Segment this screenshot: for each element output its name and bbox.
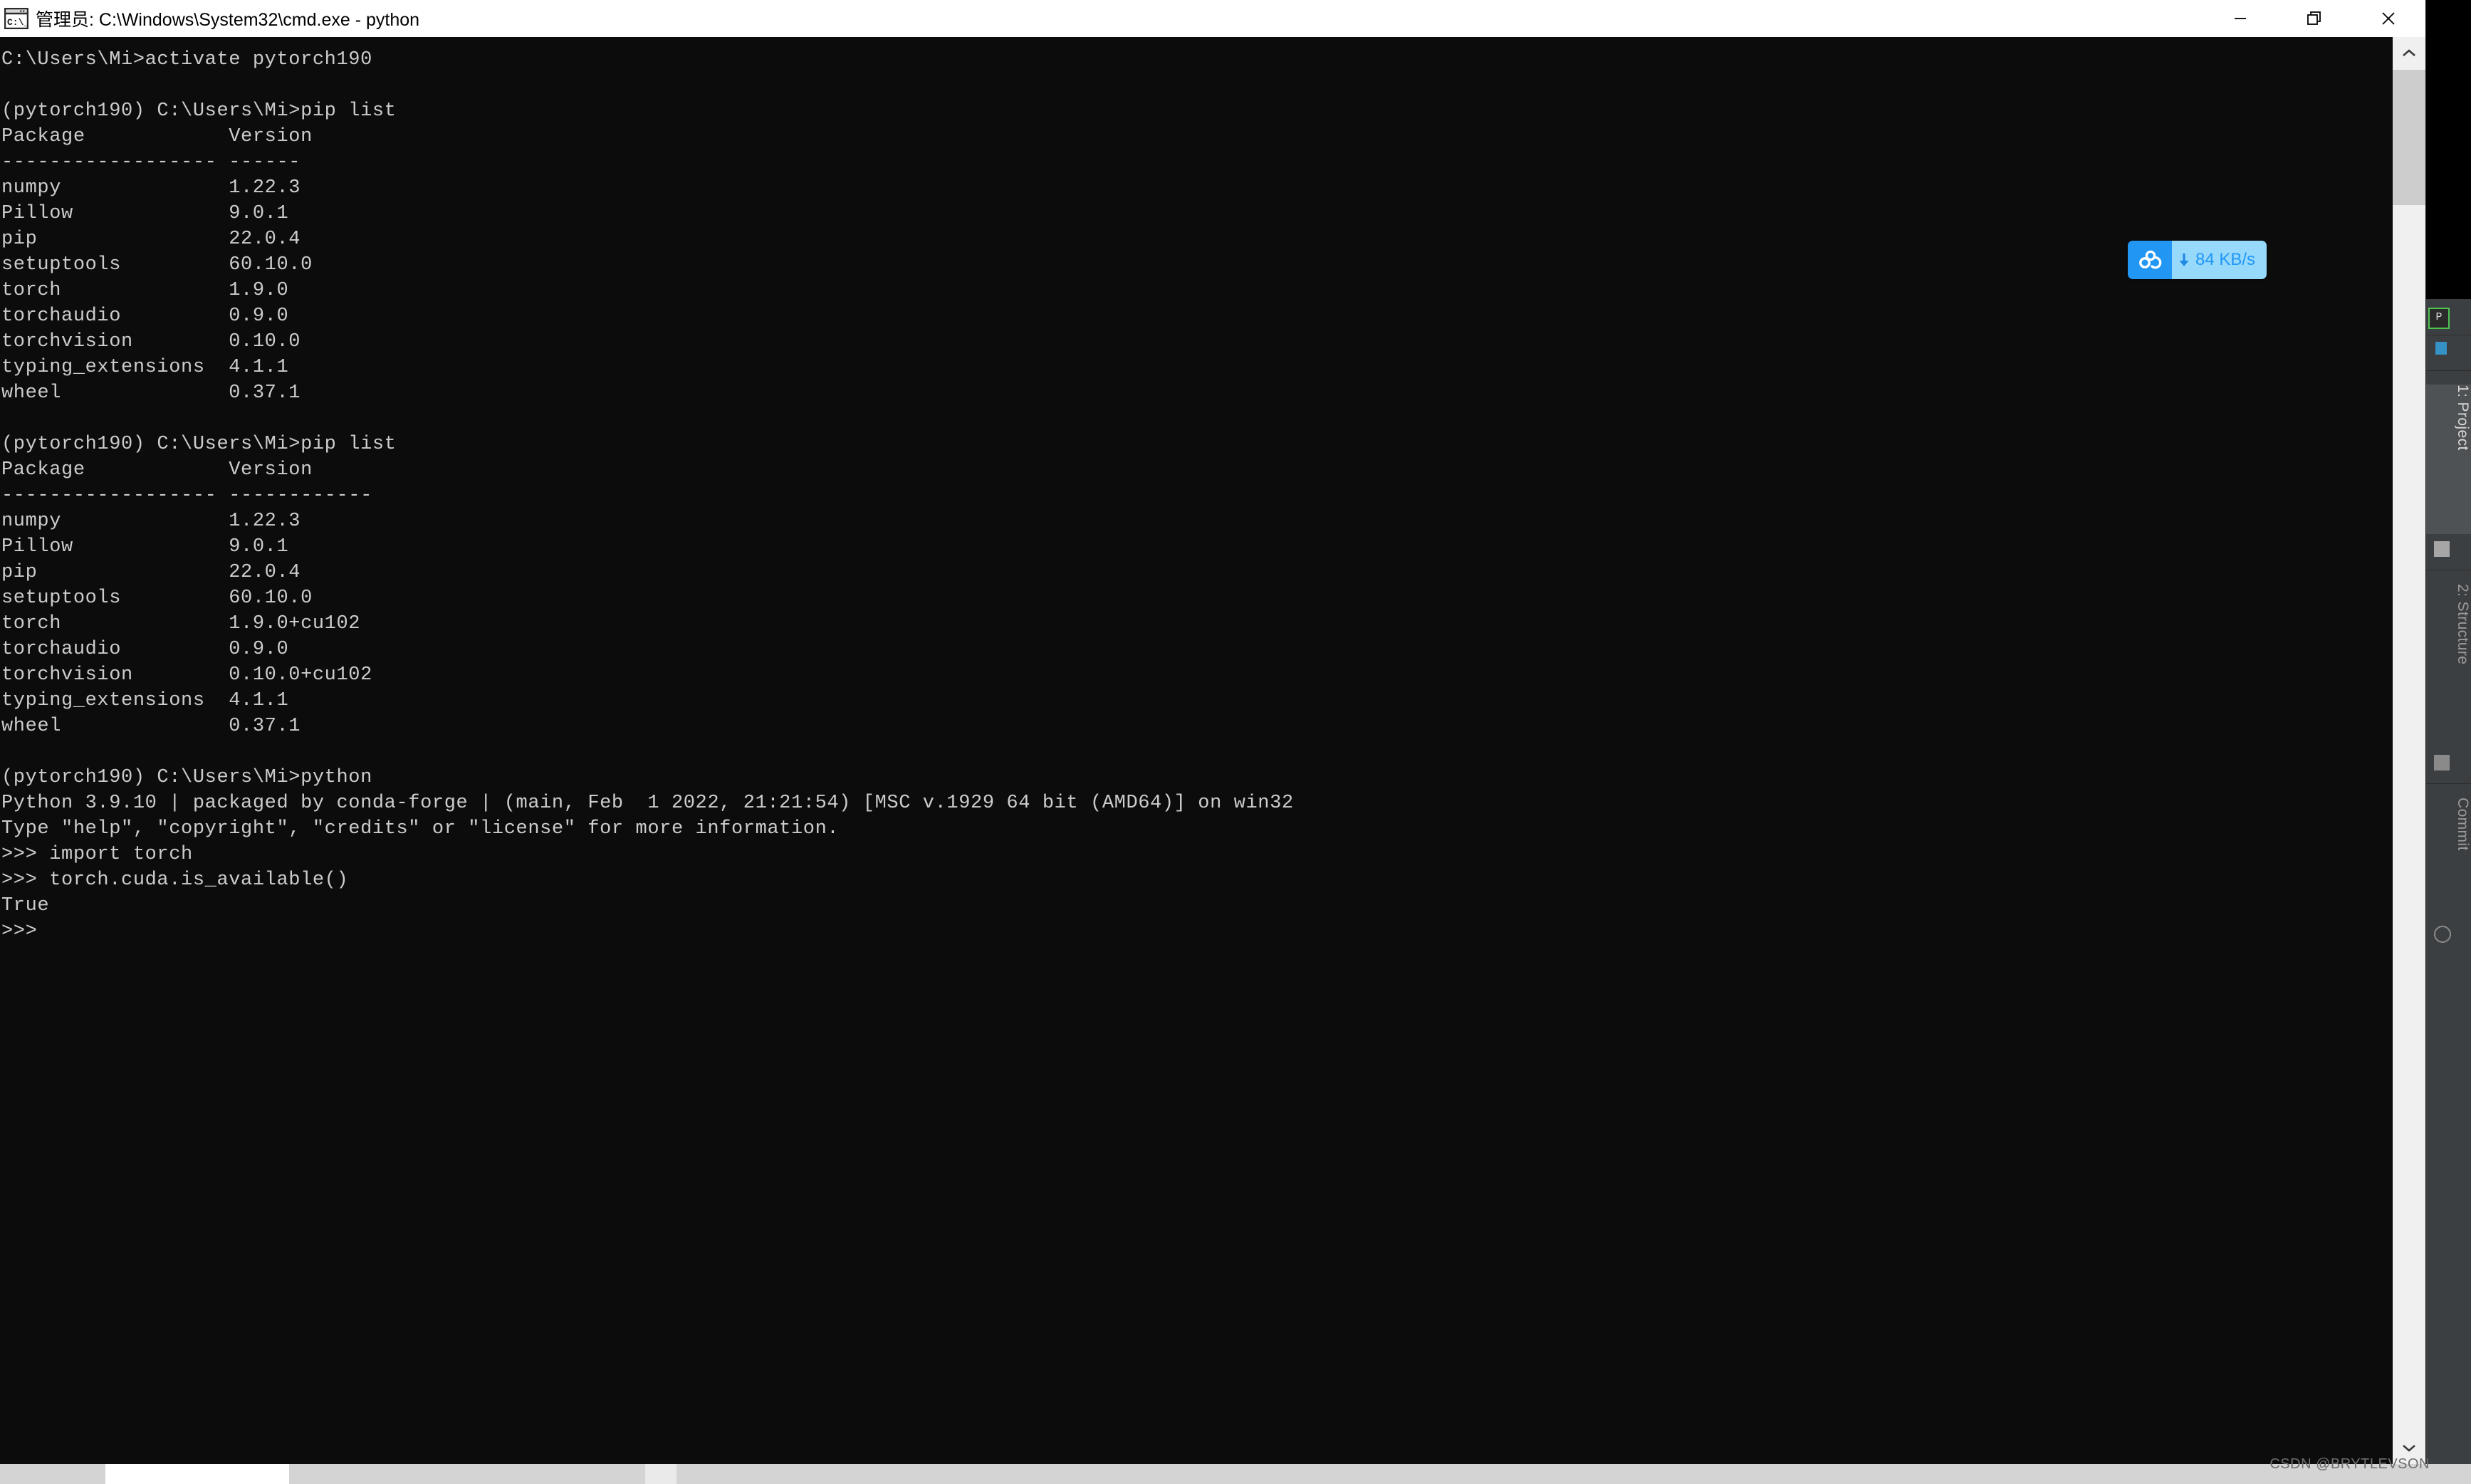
chevron-down-icon: [2403, 1445, 2415, 1452]
terminal-console[interactable]: C:\Users\Mi>activate pytorch190 (pytorch…: [0, 37, 2393, 1464]
cmd-window: C:\_ 管理员: C:\Windows\System32\cmd.exe - …: [0, 0, 2425, 1484]
sidebar-item-structure[interactable]: 2: Structure: [2423, 584, 2471, 748]
sidebar-item-label: 2: Structure: [2455, 584, 2471, 665]
download-arrow-icon: [2179, 254, 2189, 266]
speed-value: 84 KB/s: [2195, 250, 2256, 269]
window-titlebar[interactable]: C:\_ 管理员: C:\Windows\System32\cmd.exe - …: [0, 0, 2425, 37]
baidu-netdisk-icon: [2128, 241, 2172, 279]
ide-editor-area: [2423, 0, 2471, 299]
download-speed-widget[interactable]: 84 KB/s: [2128, 241, 2267, 279]
vertical-scrollbar-thumb[interactable]: [2393, 70, 2425, 205]
ide-bookmark-icon: [2435, 342, 2447, 355]
cmd-prompt-icon: C:\_: [4, 7, 29, 30]
chevron-up-icon: [2403, 49, 2415, 56]
ide-divider: [2423, 783, 2471, 784]
ide-tool-window-bar[interactable]: P 1: Project 2: Structure Commit: [2422, 0, 2471, 1484]
folder-icon: [2434, 541, 2450, 557]
speed-readout: 84 KB/s: [2172, 241, 2267, 279]
sidebar-item-label: Commit: [2455, 798, 2471, 851]
minimize-button[interactable]: [2203, 0, 2277, 37]
commit-icon: [2434, 926, 2451, 943]
sidebar-item-commit[interactable]: Commit: [2423, 798, 2471, 919]
close-button[interactable]: [2351, 0, 2425, 37]
structure-icon: [2434, 755, 2450, 770]
scroll-up-button[interactable]: [2393, 37, 2425, 70]
horizontal-scrollbar-thumb[interactable]: [105, 1464, 289, 1484]
vertical-scrollbar[interactable]: [2393, 37, 2425, 1464]
ide-run-button[interactable]: P: [2428, 308, 2450, 329]
terminal-output: C:\Users\Mi>activate pytorch190 (pytorch…: [1, 49, 1294, 942]
horizontal-scrollbar[interactable]: [0, 1464, 2471, 1484]
sidebar-item-project[interactable]: 1: Project: [2423, 385, 2471, 534]
csdn-watermark: CSDN @BRYTLEVSON: [2269, 1456, 2430, 1472]
sidebar-item-label: 1: Project: [2455, 385, 2471, 451]
restore-button[interactable]: [2277, 0, 2351, 37]
ide-divider: [2423, 370, 2471, 371]
svg-text:C:\_: C:\_: [7, 17, 28, 28]
window-title: 管理员: C:\Windows\System32\cmd.exe - pytho…: [36, 10, 420, 30]
horizontal-scrollbar-marker[interactable]: [645, 1464, 676, 1484]
